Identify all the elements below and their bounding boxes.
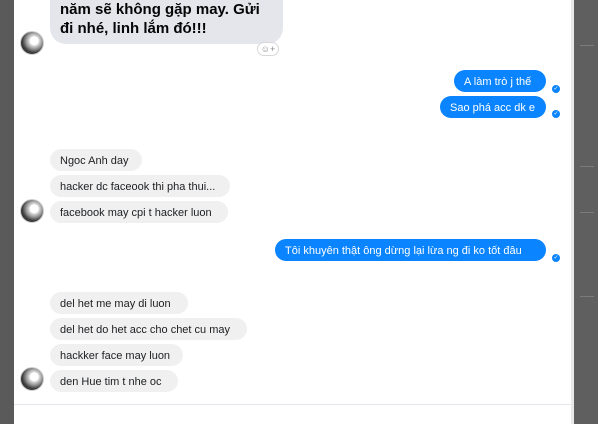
message-bubble-incoming[interactable]: hackker face may luon [50, 344, 183, 366]
message-text-line: năm sẽ không gặp may. Gửi [60, 1, 260, 18]
divider [580, 212, 594, 213]
message-text: A làm trò j thế [464, 76, 532, 88]
smiley-plus-icon[interactable]: ☺+ [257, 42, 279, 56]
message-text: Ngoc Anh day [60, 155, 129, 167]
composer-area[interactable] [14, 404, 571, 424]
message-text: hacker dc faceook thi pha thui... [60, 181, 216, 193]
message-bubble-incoming[interactable]: hacker dc faceook thi pha thui... [50, 175, 230, 197]
message-bubble-outgoing[interactable]: Tôi khuyên thật ông dừng lại lừa ng đi k… [275, 239, 546, 261]
message-bubble-outgoing[interactable]: A làm trò j thế [454, 70, 546, 92]
background-right-panel [574, 0, 598, 424]
message-bubble-outgoing[interactable]: Sao phá acc dk e [440, 96, 546, 118]
contact-avatar[interactable] [20, 199, 44, 223]
message-text: facebook may cpi t hacker luon [60, 207, 212, 219]
contact-avatar[interactable] [20, 31, 44, 55]
message-text: Sao phá acc dk e [450, 102, 536, 114]
message-bubble-incoming[interactable]: facebook may cpi t hacker luon [50, 201, 228, 223]
message-text: del het do het acc cho chet cu may [60, 324, 230, 336]
message-text-line: đi nhé, linh lắm đó!!! [60, 20, 207, 37]
chat-window: năm sẽ không gặp may. Gửi đi nhé, linh l… [14, 0, 574, 424]
divider [580, 296, 594, 297]
message-text: Tôi khuyên thật ông dừng lại lừa ng đi k… [285, 245, 522, 257]
check-circle-icon: ✓ [552, 85, 560, 93]
contact-avatar[interactable] [20, 367, 44, 391]
background-left [0, 0, 14, 424]
message-text: den Hue tim t nhe oc [60, 376, 162, 388]
message-text: del het me may di luon [60, 298, 171, 310]
message-bubble-incoming[interactable]: den Hue tim t nhe oc [50, 370, 178, 392]
check-circle-icon: ✓ [552, 110, 560, 118]
check-circle-icon: ✓ [552, 254, 560, 262]
scrollbar[interactable] [571, 0, 574, 424]
divider [580, 45, 594, 46]
message-bubble-incoming[interactable]: del het me may di luon [50, 292, 188, 314]
message-bubble-incoming[interactable]: del het do het acc cho chet cu may [50, 318, 247, 340]
divider [580, 166, 594, 167]
message-bubble-large[interactable]: năm sẽ không gặp may. Gửi đi nhé, linh l… [50, 0, 283, 44]
message-text: hackker face may luon [60, 350, 171, 362]
message-bubble-incoming[interactable]: Ngoc Anh day [50, 149, 142, 171]
